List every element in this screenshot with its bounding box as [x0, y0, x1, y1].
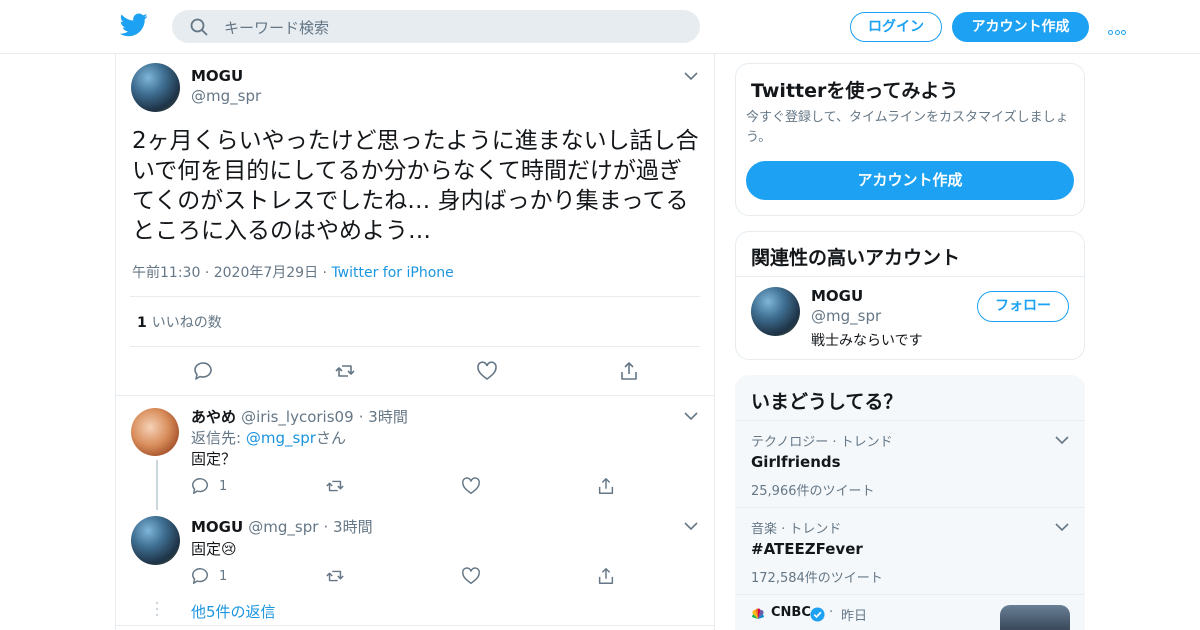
- chevron-down-icon[interactable]: [1055, 522, 1069, 532]
- account-name[interactable]: MOGU: [811, 287, 863, 305]
- card-title: 関連性の高いアカウント: [751, 247, 961, 269]
- trend-item[interactable]: テクノロジー · トレンド Girlfriends 25,966件のツイート: [736, 420, 1084, 507]
- tweet-text: 2ヶ月くらいやったけど思ったように進まないし話し合いで何を目的にしてるか分からな…: [132, 128, 699, 244]
- chevron-down-icon[interactable]: [684, 71, 698, 81]
- reply-icon[interactable]: [190, 476, 210, 496]
- related-accounts-card: 関連性の高いアカウント MOGU @mg_spr 戦士みならいです フォロー: [735, 231, 1085, 360]
- reply-header: MOGU @mg_spr · 3時間: [191, 518, 373, 536]
- verified-badge-icon: [810, 607, 825, 622]
- card-title: いまどうしてる？: [751, 391, 903, 413]
- share-icon[interactable]: [618, 360, 640, 382]
- reply-author-handle[interactable]: @iris_lycoris09: [241, 408, 354, 426]
- cnbc-peacock-icon: [752, 608, 764, 619]
- thread-line: [156, 460, 158, 510]
- search-bar[interactable]: キーワード検索: [172, 10, 700, 43]
- like-icon[interactable]: [461, 476, 481, 496]
- like-icon[interactable]: [461, 566, 481, 586]
- twitter-bird-icon[interactable]: [120, 13, 148, 37]
- avatar[interactable]: [131, 516, 180, 565]
- trend-count: 172,584件のツイート: [751, 571, 883, 586]
- reply-time[interactable]: 3時間: [333, 518, 373, 536]
- reply-icon[interactable]: [190, 566, 210, 586]
- avatar[interactable]: [751, 287, 800, 336]
- trend-category: 音楽 · トレンド: [751, 522, 842, 537]
- reply-to-handle[interactable]: @mg_spr: [246, 429, 316, 447]
- reply-count: 1: [219, 479, 228, 494]
- account-bio: 戦士みならいです: [811, 333, 923, 349]
- search-icon: [190, 18, 208, 36]
- like-icon[interactable]: [476, 360, 498, 382]
- reply-count: 1: [219, 569, 228, 584]
- news-time: 昨日: [841, 609, 868, 624]
- author-handle[interactable]: @mg_spr: [191, 87, 261, 105]
- card-title: Twitterを使ってみよう: [751, 80, 959, 102]
- avatar[interactable]: [131, 63, 180, 112]
- reply-text: 固定？: [191, 450, 237, 468]
- reply-author-handle[interactable]: @mg_spr: [248, 518, 318, 536]
- author-name[interactable]: MOGU: [191, 67, 243, 85]
- chevron-down-icon[interactable]: [1055, 435, 1069, 445]
- trends-card: いまどうしてる？ テクノロジー · トレンド Girlfriends 25,96…: [735, 375, 1085, 630]
- reply-author-name[interactable]: MOGU: [191, 518, 243, 536]
- likes-label: いいねの数: [151, 315, 222, 331]
- reply-to-line: 返信先: @mg_sprさん: [191, 427, 346, 448]
- divider: [130, 296, 700, 297]
- retweet-icon[interactable]: [325, 476, 345, 496]
- avatar[interactable]: [131, 408, 179, 456]
- reply-header: あやめ @iris_lycoris09 · 3時間: [191, 408, 408, 426]
- likes-count: 1: [137, 315, 147, 331]
- reply-icon[interactable]: [192, 360, 214, 382]
- more-options-icon[interactable]: [1108, 20, 1130, 35]
- card-subtitle: 今すぐ登録して、タイムラインをカスタマイズしましょう。: [746, 110, 1069, 145]
- trend-count: 25,966件のツイート: [751, 484, 875, 499]
- thread-dots-icon: [155, 601, 159, 617]
- tweet-meta: 午前11:30 · 2020年7月29日 · Twitter for iPhon…: [132, 265, 454, 281]
- reply-text: 固定😢: [191, 540, 237, 558]
- divider: [116, 395, 714, 396]
- chevron-down-icon[interactable]: [684, 521, 698, 531]
- reply-to-prefix: 返信先:: [191, 429, 246, 447]
- reply-to-suffix: さん: [315, 429, 346, 447]
- top-bar: キーワード検索 ログイン アカウント作成: [0, 0, 1200, 54]
- tweet-source[interactable]: Twitter for iPhone: [331, 265, 453, 281]
- share-icon[interactable]: [596, 476, 616, 496]
- trend-item[interactable]: 音楽 · トレンド #ATEEZFever 172,584件のツイート: [736, 507, 1084, 594]
- follow-button[interactable]: フォロー: [977, 291, 1069, 322]
- trend-name: #ATEEZFever: [751, 540, 863, 558]
- news-thumbnail[interactable]: [1000, 605, 1070, 630]
- retweet-icon[interactable]: [334, 360, 356, 382]
- divider: [130, 346, 700, 347]
- trend-name: Girlfriends: [751, 453, 841, 471]
- share-icon[interactable]: [596, 566, 616, 586]
- news-item[interactable]: CNBC · 昨日: [736, 594, 1084, 630]
- trend-category: テクノロジー · トレンド: [751, 435, 893, 450]
- chevron-down-icon[interactable]: [684, 411, 698, 421]
- divider: [736, 276, 1084, 277]
- main-column: MOGU @mg_spr 2ヶ月くらいやったけど思ったように進まないし話し合いで…: [115, 54, 715, 630]
- signup-card: Twitterを使ってみよう 今すぐ登録して、タイムラインをカスタマイズしましょ…: [735, 63, 1085, 216]
- divider: [116, 625, 714, 626]
- search-input[interactable]: キーワード検索: [224, 17, 329, 38]
- reply-author-name[interactable]: あやめ: [191, 408, 236, 426]
- reply-time[interactable]: 3時間: [368, 408, 408, 426]
- create-account-button[interactable]: アカウント作成: [746, 161, 1074, 200]
- retweet-icon[interactable]: [325, 566, 345, 586]
- more-replies-link[interactable]: 他5件の返信: [191, 601, 276, 622]
- likes-stat[interactable]: 1 いいねの数: [137, 312, 222, 332]
- news-source[interactable]: CNBC: [771, 605, 811, 620]
- account-handle[interactable]: @mg_spr: [811, 307, 881, 325]
- create-account-button[interactable]: アカウント作成: [952, 12, 1089, 42]
- login-button[interactable]: ログイン: [850, 12, 942, 42]
- tweet-time[interactable]: 午前11:30: [132, 265, 200, 281]
- tweet-date[interactable]: 2020年7月29日: [214, 265, 318, 281]
